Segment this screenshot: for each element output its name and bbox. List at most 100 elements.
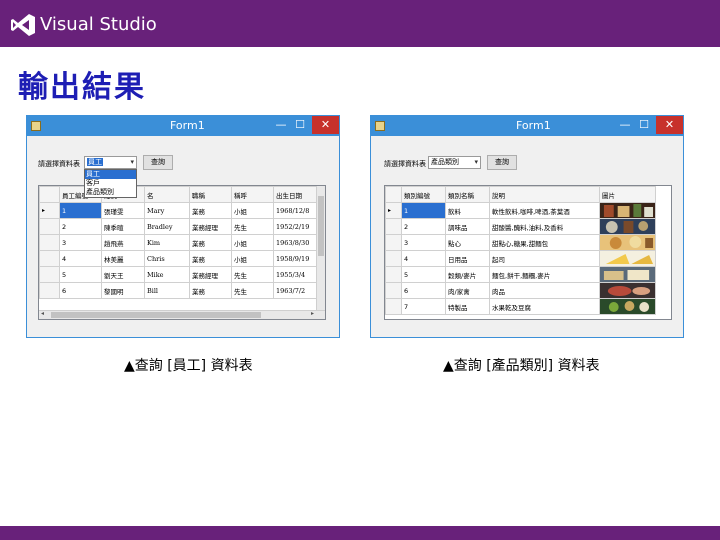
scrollbar-thumb[interactable] [51, 312, 261, 318]
table-cell[interactable]: 小姐 [231, 234, 274, 251]
table-row[interactable]: ▸ 1 張瑾雯 Mary 業務 小姐 1968/12/8 [39, 202, 317, 219]
table-row[interactable]: 6 黎國明 Bill 業務 先生 1963/7/2 [39, 282, 317, 299]
table-cell[interactable]: 甜酸醬,醃料,油料,及香料 [489, 218, 600, 235]
table-cell[interactable]: 4 [59, 250, 102, 267]
table-cell[interactable]: Chris [144, 250, 190, 267]
table-cell[interactable]: 業務 [189, 202, 232, 219]
column-header[interactable]: 圖片 [599, 186, 656, 203]
scroll-left-icon[interactable]: ◂ [41, 310, 44, 317]
table-cell[interactable]: 調味品 [445, 218, 490, 235]
table-cell[interactable]: 1963/7/2 [273, 282, 317, 299]
table-cell[interactable]: 5 [401, 266, 446, 283]
table-cell[interactable]: 飲料 [445, 202, 490, 219]
column-header[interactable]: 類別編號 [401, 186, 446, 203]
scroll-right-icon[interactable]: ▸ [311, 310, 314, 317]
row-header[interactable] [385, 250, 402, 267]
table-select-dropdown[interactable]: 員工 客戶 產品類別 [84, 169, 137, 198]
chevron-down-icon[interactable]: ▾ [130, 157, 134, 168]
table-cell[interactable]: 先生 [231, 282, 274, 299]
employee-data-grid[interactable]: 員工編號 姓氏 名 職稱 稱呼 出生日期 ▸ 1 張瑾雯 Mary 業務 小姐 … [38, 185, 326, 320]
maximize-button[interactable]: ☐ [633, 116, 655, 134]
table-cell[interactable]: 1968/12/8 [273, 202, 317, 219]
table-cell[interactable]: 黎國明 [101, 282, 145, 299]
table-cell[interactable]: 1952/2/19 [273, 218, 317, 235]
table-cell[interactable]: 2 [59, 218, 102, 235]
table-cell[interactable]: 3 [59, 234, 102, 251]
table-row[interactable]: 2 陳季暄 Bradley 業務經理 先生 1952/2/19 [39, 218, 317, 235]
close-button[interactable]: ✕ [312, 116, 339, 134]
picture-cell[interactable] [599, 298, 656, 315]
table-cell[interactable]: 軟性飲料,咖啡,啤酒,茶葉酒 [489, 202, 600, 219]
table-cell[interactable]: 1 [59, 202, 102, 219]
row-header[interactable] [39, 266, 60, 283]
row-header[interactable] [385, 282, 402, 299]
row-header[interactable] [39, 234, 60, 251]
table-cell[interactable]: 小姐 [231, 202, 274, 219]
table-cell[interactable]: 趙飛燕 [101, 234, 145, 251]
table-select-combo[interactable]: 員工 ▾ [84, 156, 137, 169]
row-header[interactable] [39, 282, 60, 299]
row-header[interactable] [385, 218, 402, 235]
row-header[interactable] [39, 250, 60, 267]
table-cell[interactable]: 5 [59, 266, 102, 283]
picture-cell[interactable] [599, 234, 656, 251]
column-header[interactable]: 類別名稱 [445, 186, 490, 203]
maximize-button[interactable]: ☐ [289, 116, 311, 134]
row-header[interactable] [385, 266, 402, 283]
row-header[interactable] [385, 298, 402, 315]
table-cell[interactable]: 起司 [489, 250, 600, 267]
column-header[interactable]: 名 [144, 186, 190, 203]
table-cell[interactable]: 4 [401, 250, 446, 267]
table-cell[interactable]: 肉/家禽 [445, 282, 490, 299]
picture-cell[interactable] [599, 250, 656, 267]
row-header[interactable] [385, 234, 402, 251]
table-cell[interactable]: 麵包,餅干,麵糰,麥片 [489, 266, 600, 283]
table-cell[interactable]: 特製品 [445, 298, 490, 315]
table-cell[interactable]: 水果乾及豆腐 [489, 298, 600, 315]
table-cell[interactable]: 業務經理 [189, 218, 232, 235]
table-cell[interactable]: 1958/9/19 [273, 250, 317, 267]
table-row[interactable]: 5 穀類/麥片 麵包,餅干,麵糰,麥片 [385, 266, 656, 283]
column-header[interactable]: 職稱 [189, 186, 232, 203]
table-cell[interactable]: 點心 [445, 234, 490, 251]
scrollbar-thumb[interactable] [318, 196, 324, 256]
table-cell[interactable]: Bradley [144, 218, 190, 235]
table-cell[interactable]: 6 [59, 282, 102, 299]
table-row[interactable]: 6 肉/家禽 肉品 [385, 282, 656, 299]
table-row[interactable]: 3 趙飛燕 Kim 業務 小姐 1963/8/30 [39, 234, 317, 251]
table-cell[interactable]: 小姐 [231, 250, 274, 267]
table-row[interactable]: 5 劉天王 Mike 業務經理 先生 1955/3/4 [39, 266, 317, 283]
table-cell[interactable]: Kim [144, 234, 190, 251]
table-row[interactable]: 4 林美麗 Chris 業務 小姐 1958/9/19 [39, 250, 317, 267]
row-header[interactable] [39, 218, 60, 235]
column-header[interactable]: 出生日期 [273, 186, 317, 203]
dropdown-option[interactable]: 客戶 [85, 179, 136, 188]
horizontal-scrollbar[interactable]: ◂ ▸ [39, 310, 325, 319]
close-button[interactable]: ✕ [656, 116, 683, 134]
table-cell[interactable]: Bill [144, 282, 190, 299]
vertical-scrollbar[interactable] [316, 186, 325, 310]
table-cell[interactable]: 日用品 [445, 250, 490, 267]
window-titlebar[interactable]: Form1 — ☐ ✕ [27, 116, 339, 136]
table-cell[interactable]: 穀類/麥片 [445, 266, 490, 283]
picture-cell[interactable] [599, 266, 656, 283]
table-cell[interactable]: Mary [144, 202, 190, 219]
dropdown-option[interactable]: 產品類別 [85, 188, 136, 197]
table-row[interactable]: 4 日用品 起司 [385, 250, 656, 267]
column-header[interactable]: 稱呼 [231, 186, 274, 203]
table-cell[interactable]: 劉天王 [101, 266, 145, 283]
table-cell[interactable]: 業務經理 [189, 266, 232, 283]
picture-cell[interactable] [599, 202, 656, 219]
table-cell[interactable]: Mike [144, 266, 190, 283]
query-button[interactable]: 查詢 [143, 155, 173, 170]
table-row[interactable]: 7 特製品 水果乾及豆腐 [385, 298, 656, 315]
window-titlebar[interactable]: Form1 — ☐ ✕ [371, 116, 683, 136]
table-cell[interactable]: 甜點心,糖果,甜麵包 [489, 234, 600, 251]
table-cell[interactable]: 1955/3/4 [273, 266, 317, 283]
table-cell[interactable]: 6 [401, 282, 446, 299]
table-cell[interactable]: 1 [401, 202, 446, 219]
table-cell[interactable]: 先生 [231, 218, 274, 235]
table-cell[interactable]: 林美麗 [101, 250, 145, 267]
table-cell[interactable]: 業務 [189, 234, 232, 251]
table-cell[interactable]: 張瑾雯 [101, 202, 145, 219]
